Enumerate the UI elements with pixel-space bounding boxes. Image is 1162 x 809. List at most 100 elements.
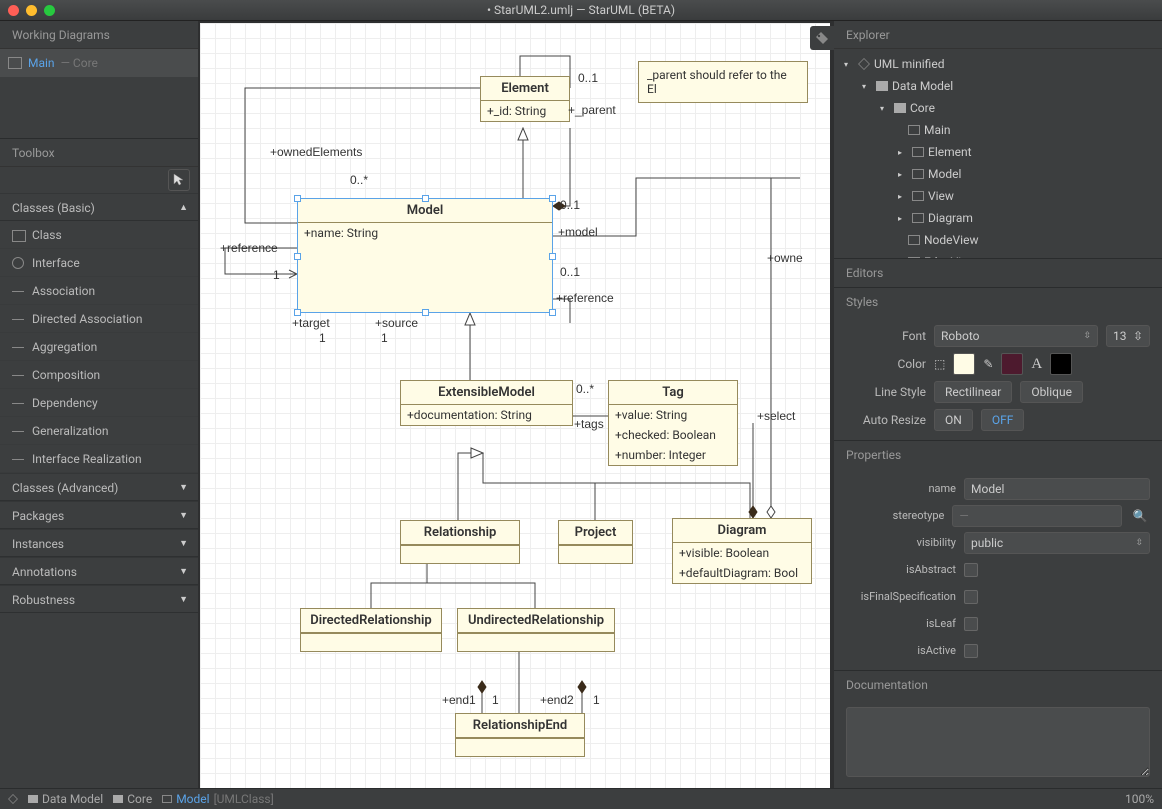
tree-node-core[interactable]: ▾Core	[834, 97, 1162, 119]
breadcrumb-core[interactable]: Core	[113, 792, 152, 806]
auto-resize-label: Auto Resize	[846, 413, 926, 427]
zoom-level[interactable]: 100%	[1125, 792, 1154, 806]
maximize-icon[interactable]	[44, 5, 55, 16]
label-reference: +reference	[220, 241, 278, 255]
chevron-updown-icon: ⇳	[1083, 331, 1091, 341]
toolbox-item-dependency[interactable]: Dependency	[0, 389, 198, 417]
pencil-icon[interactable]: ✎	[983, 357, 993, 371]
diagram-icon	[8, 57, 22, 69]
toolbox-cat-robustness[interactable]: Robustness▼	[0, 585, 198, 613]
auto-resize-on[interactable]: ON	[934, 409, 973, 431]
toolbox-cat-packages[interactable]: Packages▼	[0, 501, 198, 529]
toolbox-item-interface-realization[interactable]: Interface Realization	[0, 445, 198, 473]
breadcrumb-model[interactable]: Model[UMLClass]	[162, 792, 274, 806]
class-undirected-relationship[interactable]: UndirectedRelationship	[457, 608, 615, 652]
left-column: Working Diagrams Main — Core Toolbox Cla…	[0, 21, 198, 788]
class-directed-relationship[interactable]: DirectedRelationship	[300, 608, 442, 652]
tree-node-data-model[interactable]: ▾Data Model	[834, 75, 1162, 97]
minimize-icon[interactable]	[26, 5, 37, 16]
toolbox-item-association[interactable]: Association	[0, 277, 198, 305]
line-style-rectilinear[interactable]: Rectilinear	[934, 381, 1012, 403]
toolbox-item-directed-association[interactable]: Directed Association	[0, 305, 198, 333]
cursor-icon	[173, 173, 185, 187]
class-relationship-end[interactable]: RelationshipEnd	[455, 713, 585, 757]
search-icon[interactable]: 🔍	[1130, 505, 1150, 527]
chevron-down-icon: ▼	[179, 502, 188, 530]
tree-node-model[interactable]: ▸Model	[834, 163, 1162, 185]
close-icon[interactable]	[8, 5, 19, 16]
class-icon	[912, 147, 924, 157]
stereotype-input[interactable]	[952, 505, 1122, 527]
status-bar: Data Model Core Model[UMLClass] 100%	[0, 788, 1162, 809]
toolbox-item-generalization[interactable]: Generalization	[0, 417, 198, 445]
diagram-paper[interactable]: _parent should refer to the El Element +…	[200, 23, 830, 788]
toolbox-cat-annotations[interactable]: Annotations▼	[0, 557, 198, 585]
toolbox-cat-classes-basic[interactable]: Classes (Basic)▲	[0, 193, 198, 221]
tree-node-view[interactable]: ▸View	[834, 185, 1162, 207]
documentation-textarea[interactable]	[846, 707, 1150, 777]
styles-header: Styles	[834, 288, 1162, 316]
class-project[interactable]: Project	[558, 520, 633, 564]
tree-node-element[interactable]: ▸Element	[834, 141, 1162, 163]
chevron-down-icon: ▾	[844, 60, 854, 69]
label-end2: +end2	[540, 693, 574, 707]
is-active-checkbox[interactable]	[964, 644, 978, 658]
toolbox-cat-classes-advanced[interactable]: Classes (Advanced)▼	[0, 473, 198, 501]
is-abstract-checkbox[interactable]	[964, 563, 978, 577]
toolbox-item-aggregation[interactable]: Aggregation	[0, 333, 198, 361]
is-leaf-checkbox[interactable]	[964, 617, 978, 631]
label-owne: +owne	[767, 251, 803, 265]
text-color-swatch[interactable]	[1050, 353, 1072, 375]
is-final-checkbox[interactable]	[964, 590, 978, 604]
working-diagram-item[interactable]: Main — Core	[0, 49, 198, 77]
collapse-right-panel-button[interactable]	[810, 26, 834, 50]
toolbox-cursor-row	[0, 167, 198, 193]
label-reference-role: +reference	[556, 291, 614, 305]
cursor-tool[interactable]	[168, 169, 190, 191]
label-zero-one-3: 0..1	[560, 265, 580, 279]
class-extensible-model[interactable]: ExtensibleModel +documentation: String	[400, 380, 573, 426]
tree-node-nodeview[interactable]: NodeView	[834, 229, 1162, 251]
auto-resize-off[interactable]: OFF	[981, 409, 1025, 431]
fill-color-swatch[interactable]	[953, 353, 975, 375]
chevron-updown-icon: ⇳	[1135, 538, 1143, 548]
line-color-swatch[interactable]	[1001, 353, 1023, 375]
toolbox-item-class[interactable]: Class	[0, 221, 198, 249]
tree-node-edgeview[interactable]: EdgeView	[834, 251, 1162, 258]
tree-node-main[interactable]: Main	[834, 119, 1162, 141]
class-element[interactable]: Element +_id: String	[480, 76, 570, 122]
working-diagrams-list: Main — Core	[0, 49, 198, 139]
bucket-icon[interactable]: ⬚	[934, 357, 945, 371]
class-diagram[interactable]: Diagram +visible: Boolean +defaultDiagra…	[672, 518, 812, 584]
tree-node-diagram[interactable]: ▸Diagram	[834, 207, 1162, 229]
toolbox-item-composition[interactable]: Composition	[0, 361, 198, 389]
toolbox-item-interface[interactable]: Interface	[0, 249, 198, 277]
package-icon	[894, 103, 906, 113]
font-size-stepper[interactable]: 13⇳	[1106, 325, 1150, 347]
class-icon	[908, 235, 920, 245]
chevron-up-icon: ▲	[179, 194, 188, 222]
class-model[interactable]: Model +name: String	[297, 198, 553, 313]
properties-header: Properties	[834, 441, 1162, 469]
visibility-label: visibility	[846, 536, 956, 549]
line-style-oblique[interactable]: Oblique	[1020, 381, 1083, 403]
name-input[interactable]	[964, 478, 1150, 500]
tree-node-root[interactable]: ▾UML minified	[834, 53, 1162, 75]
label-owned-elements: +ownedElements	[270, 145, 362, 159]
toolbox-cat-instances[interactable]: Instances▼	[0, 529, 198, 557]
label-one-d: 1	[492, 693, 499, 707]
label-zero-one: 0..1	[578, 71, 598, 85]
uml-note[interactable]: _parent should refer to the El	[638, 61, 808, 103]
styles-body: Font Roboto⇳ 13⇳ Color ⬚ ✎ A Line Style …	[834, 316, 1162, 440]
font-select[interactable]: Roboto⇳	[934, 325, 1098, 347]
diagram-canvas[interactable]: _parent should refer to the El Element +…	[198, 21, 834, 788]
properties-body: name stereotype🔍 visibilitypublic⇳ isAbs…	[834, 469, 1162, 670]
class-tag[interactable]: Tag +value: String +checked: Boolean +nu…	[608, 380, 738, 466]
is-leaf-label: isLeaf	[846, 617, 956, 630]
visibility-select[interactable]: public⇳	[964, 532, 1150, 554]
breadcrumb-root[interactable]	[8, 794, 18, 804]
explorer-tree: ▾UML minified ▾Data Model ▾Core Main ▸El…	[834, 49, 1162, 258]
text-icon[interactable]: A	[1031, 356, 1042, 373]
breadcrumb-data-model[interactable]: Data Model	[28, 792, 103, 806]
class-relationship[interactable]: Relationship	[400, 520, 520, 564]
